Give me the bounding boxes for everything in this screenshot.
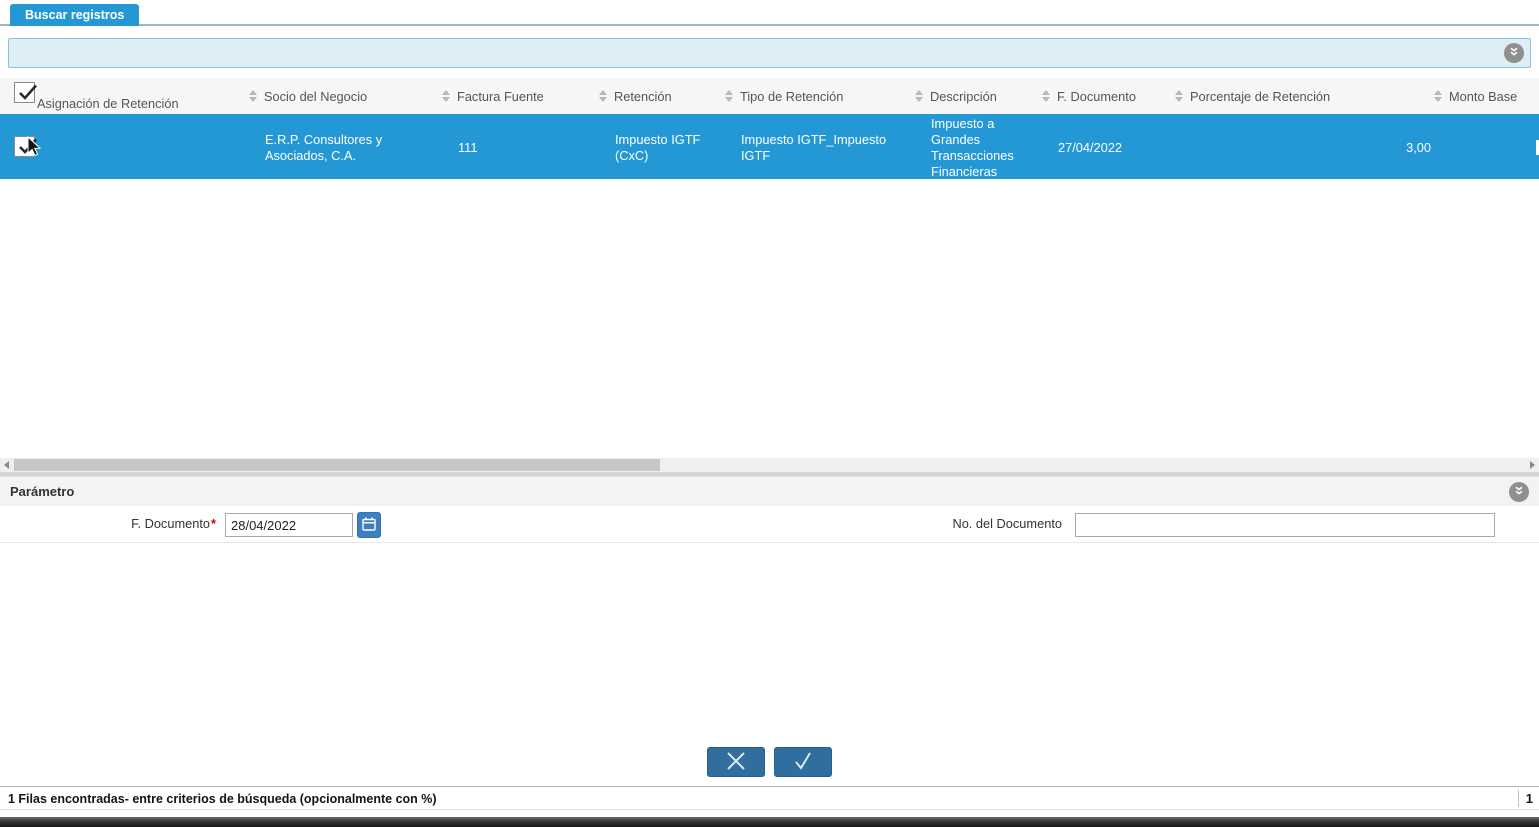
- checkmark-icon: [19, 84, 37, 100]
- left-triangle-icon: [4, 461, 9, 469]
- column-label: Socio del Negocio: [264, 88, 368, 104]
- confirm-button[interactable]: [774, 747, 832, 777]
- f-documento-input[interactable]: [225, 513, 353, 537]
- column-header-monto-base[interactable]: Monto Base: [1433, 78, 1539, 114]
- column-label: F. Documento: [1057, 88, 1136, 104]
- column-header-factura-fuente[interactable]: Factura Fuente: [441, 78, 598, 114]
- column-header-asignacion-de-retencion: Asignación de Retención: [0, 78, 248, 114]
- parametro-header: Parámetro: [0, 476, 1539, 506]
- column-header-f-documento[interactable]: F. Documento: [1041, 78, 1174, 114]
- scroll-left-arrow[interactable]: [0, 458, 13, 472]
- column-header-retencion[interactable]: Retención: [598, 78, 724, 114]
- column-label: Asignación de Retención: [37, 96, 179, 111]
- column-label: Descripción: [930, 88, 997, 104]
- sort-icon: [441, 90, 450, 102]
- page-separator: [1517, 790, 1519, 807]
- table-row[interactable]: E.R.P. Consultores y Asociados, C.A. 111…: [0, 116, 1539, 179]
- cell-socio-del-negocio: E.R.P. Consultores y Asociados, C.A.: [265, 131, 383, 163]
- page-indicator: 1: [1525, 791, 1533, 806]
- column-header-tipo-de-retencion[interactable]: Tipo de Retención: [724, 78, 914, 114]
- footer-bar: [0, 817, 1539, 827]
- tab-label: Buscar registros: [25, 8, 125, 22]
- right-triangle-icon: [1530, 461, 1535, 469]
- sort-icon: [1433, 90, 1442, 102]
- confirm-check-icon: [792, 750, 814, 775]
- search-input[interactable]: [13, 40, 1500, 66]
- parametro-fields-row: F. Documento* No. del Documento: [0, 506, 1539, 543]
- cell-monto-base: [1433, 116, 1539, 179]
- column-label: Porcentaje de Retención: [1190, 88, 1331, 104]
- search-panel: [8, 38, 1531, 68]
- no-del-documento-input[interactable]: [1075, 513, 1495, 537]
- row-checkbox[interactable]: [14, 136, 37, 157]
- column-label: Monto Base: [1449, 88, 1518, 104]
- cancel-x-icon: [725, 750, 747, 775]
- column-header-porcentaje-de-retencion[interactable]: Porcentaje de Retención: [1174, 78, 1433, 114]
- cell-retencion: Impuesto IGTF (CxC): [615, 131, 701, 163]
- collapse-parametro-button[interactable]: [1509, 482, 1529, 502]
- table-header: Asignación de Retención Socio del Negoci…: [0, 78, 1539, 116]
- sort-icon: [598, 90, 607, 102]
- scroll-right-arrow[interactable]: [1526, 458, 1539, 472]
- calendar-icon: [361, 516, 377, 535]
- buscar-registros-window: Buscar registros Asignación de Retención: [0, 0, 1539, 827]
- column-label: Factura Fuente: [457, 88, 544, 104]
- sort-icon: [914, 90, 923, 102]
- status-bar: 1 Filas encontradas- entre criterios de …: [0, 786, 1539, 810]
- cell-tipo-de-retencion: Impuesto IGTF_Impuesto IGTF: [741, 131, 887, 163]
- tab-bar: Buscar registros: [0, 0, 1539, 26]
- calendar-button[interactable]: [357, 512, 381, 538]
- sort-icon: [724, 90, 733, 102]
- checkmark-icon: [19, 138, 37, 154]
- select-all-checkbox[interactable]: [14, 82, 37, 103]
- required-marker: *: [211, 516, 216, 531]
- double-chevron-down-icon: [1508, 46, 1520, 61]
- status-message: 1 Filas encontradas- entre criterios de …: [8, 792, 437, 806]
- scrollbar-thumb[interactable]: [14, 459, 660, 471]
- cell-f-documento: 27/04/2022: [1058, 139, 1123, 155]
- action-buttons: [0, 747, 1539, 777]
- column-header-descripcion[interactable]: Descripción: [914, 78, 1041, 114]
- f-documento-label: F. Documento*: [131, 516, 216, 531]
- no-del-documento-label: No. del Documento: [952, 516, 1062, 531]
- cell-descripcion: Impuesto a Grandes Transacciones Financi…: [931, 116, 1014, 179]
- cell-porcentaje-de-retencion: 3,00: [1406, 139, 1431, 155]
- tab-buscar-registros[interactable]: Buscar registros: [10, 4, 140, 26]
- sort-icon: [1174, 90, 1183, 102]
- column-header-socio-del-negocio[interactable]: Socio del Negocio: [248, 78, 441, 114]
- parametro-title: Parámetro: [10, 484, 75, 499]
- cell-asignacion-checkbox: [0, 116, 248, 179]
- sort-icon: [248, 90, 257, 102]
- column-label: Tipo de Retención: [740, 88, 844, 104]
- cell-factura-fuente: 111: [458, 139, 478, 155]
- collapse-search-button[interactable]: [1504, 43, 1524, 63]
- double-chevron-down-icon: [1513, 485, 1525, 500]
- horizontal-scrollbar[interactable]: [0, 458, 1539, 472]
- column-label: Retención: [614, 88, 672, 104]
- sort-icon: [1041, 90, 1050, 102]
- cancel-button[interactable]: [707, 747, 765, 777]
